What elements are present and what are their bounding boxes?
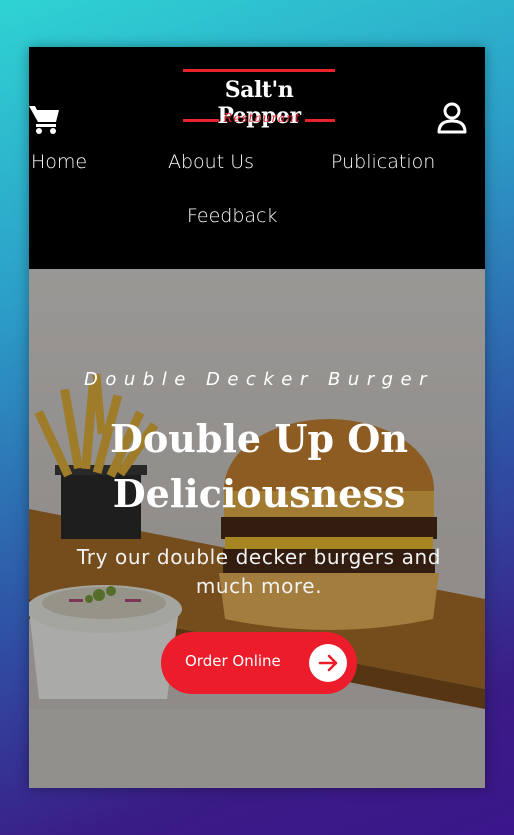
hero-overlay [29, 269, 485, 788]
logo-bar-left [183, 119, 219, 122]
order-online-label: Order Online [185, 652, 281, 670]
brand-logo[interactable]: Salt'n Pepper Restaurant [183, 69, 335, 129]
nav-item-publication[interactable]: Publication [331, 151, 435, 173]
brand-subtitle: Restaurant [223, 111, 301, 125]
site-header: Salt'n Pepper Restaurant Home About Us P… [29, 47, 485, 269]
hero-tagline: Try our double decker burgers and much m… [76, 545, 442, 598]
hero-headline-line-1: Double Up On [109, 416, 408, 461]
shopping-cart-icon[interactable] [29, 101, 61, 135]
order-online-button[interactable]: Order Online [161, 632, 357, 694]
hero-headline-line-2: Deliciousness [112, 471, 406, 516]
hero-headline: Double Up On Deliciousness [29, 411, 485, 521]
nav-item-about-us[interactable]: About Us [168, 151, 254, 173]
nav-item-feedback[interactable]: Feedback [187, 205, 277, 227]
phone-frame: Salt'n Pepper Restaurant Home About Us P… [29, 47, 485, 788]
nav-item-home[interactable]: Home [31, 151, 87, 173]
user-icon[interactable] [435, 101, 469, 135]
hero-section: Double Decker Burger Double Up On Delici… [29, 269, 485, 788]
logo-bar-right [305, 119, 335, 122]
arrow-right-icon [309, 644, 347, 682]
logo-bar-top [183, 69, 335, 72]
hero-eyebrow: Double Decker Burger [83, 369, 434, 390]
